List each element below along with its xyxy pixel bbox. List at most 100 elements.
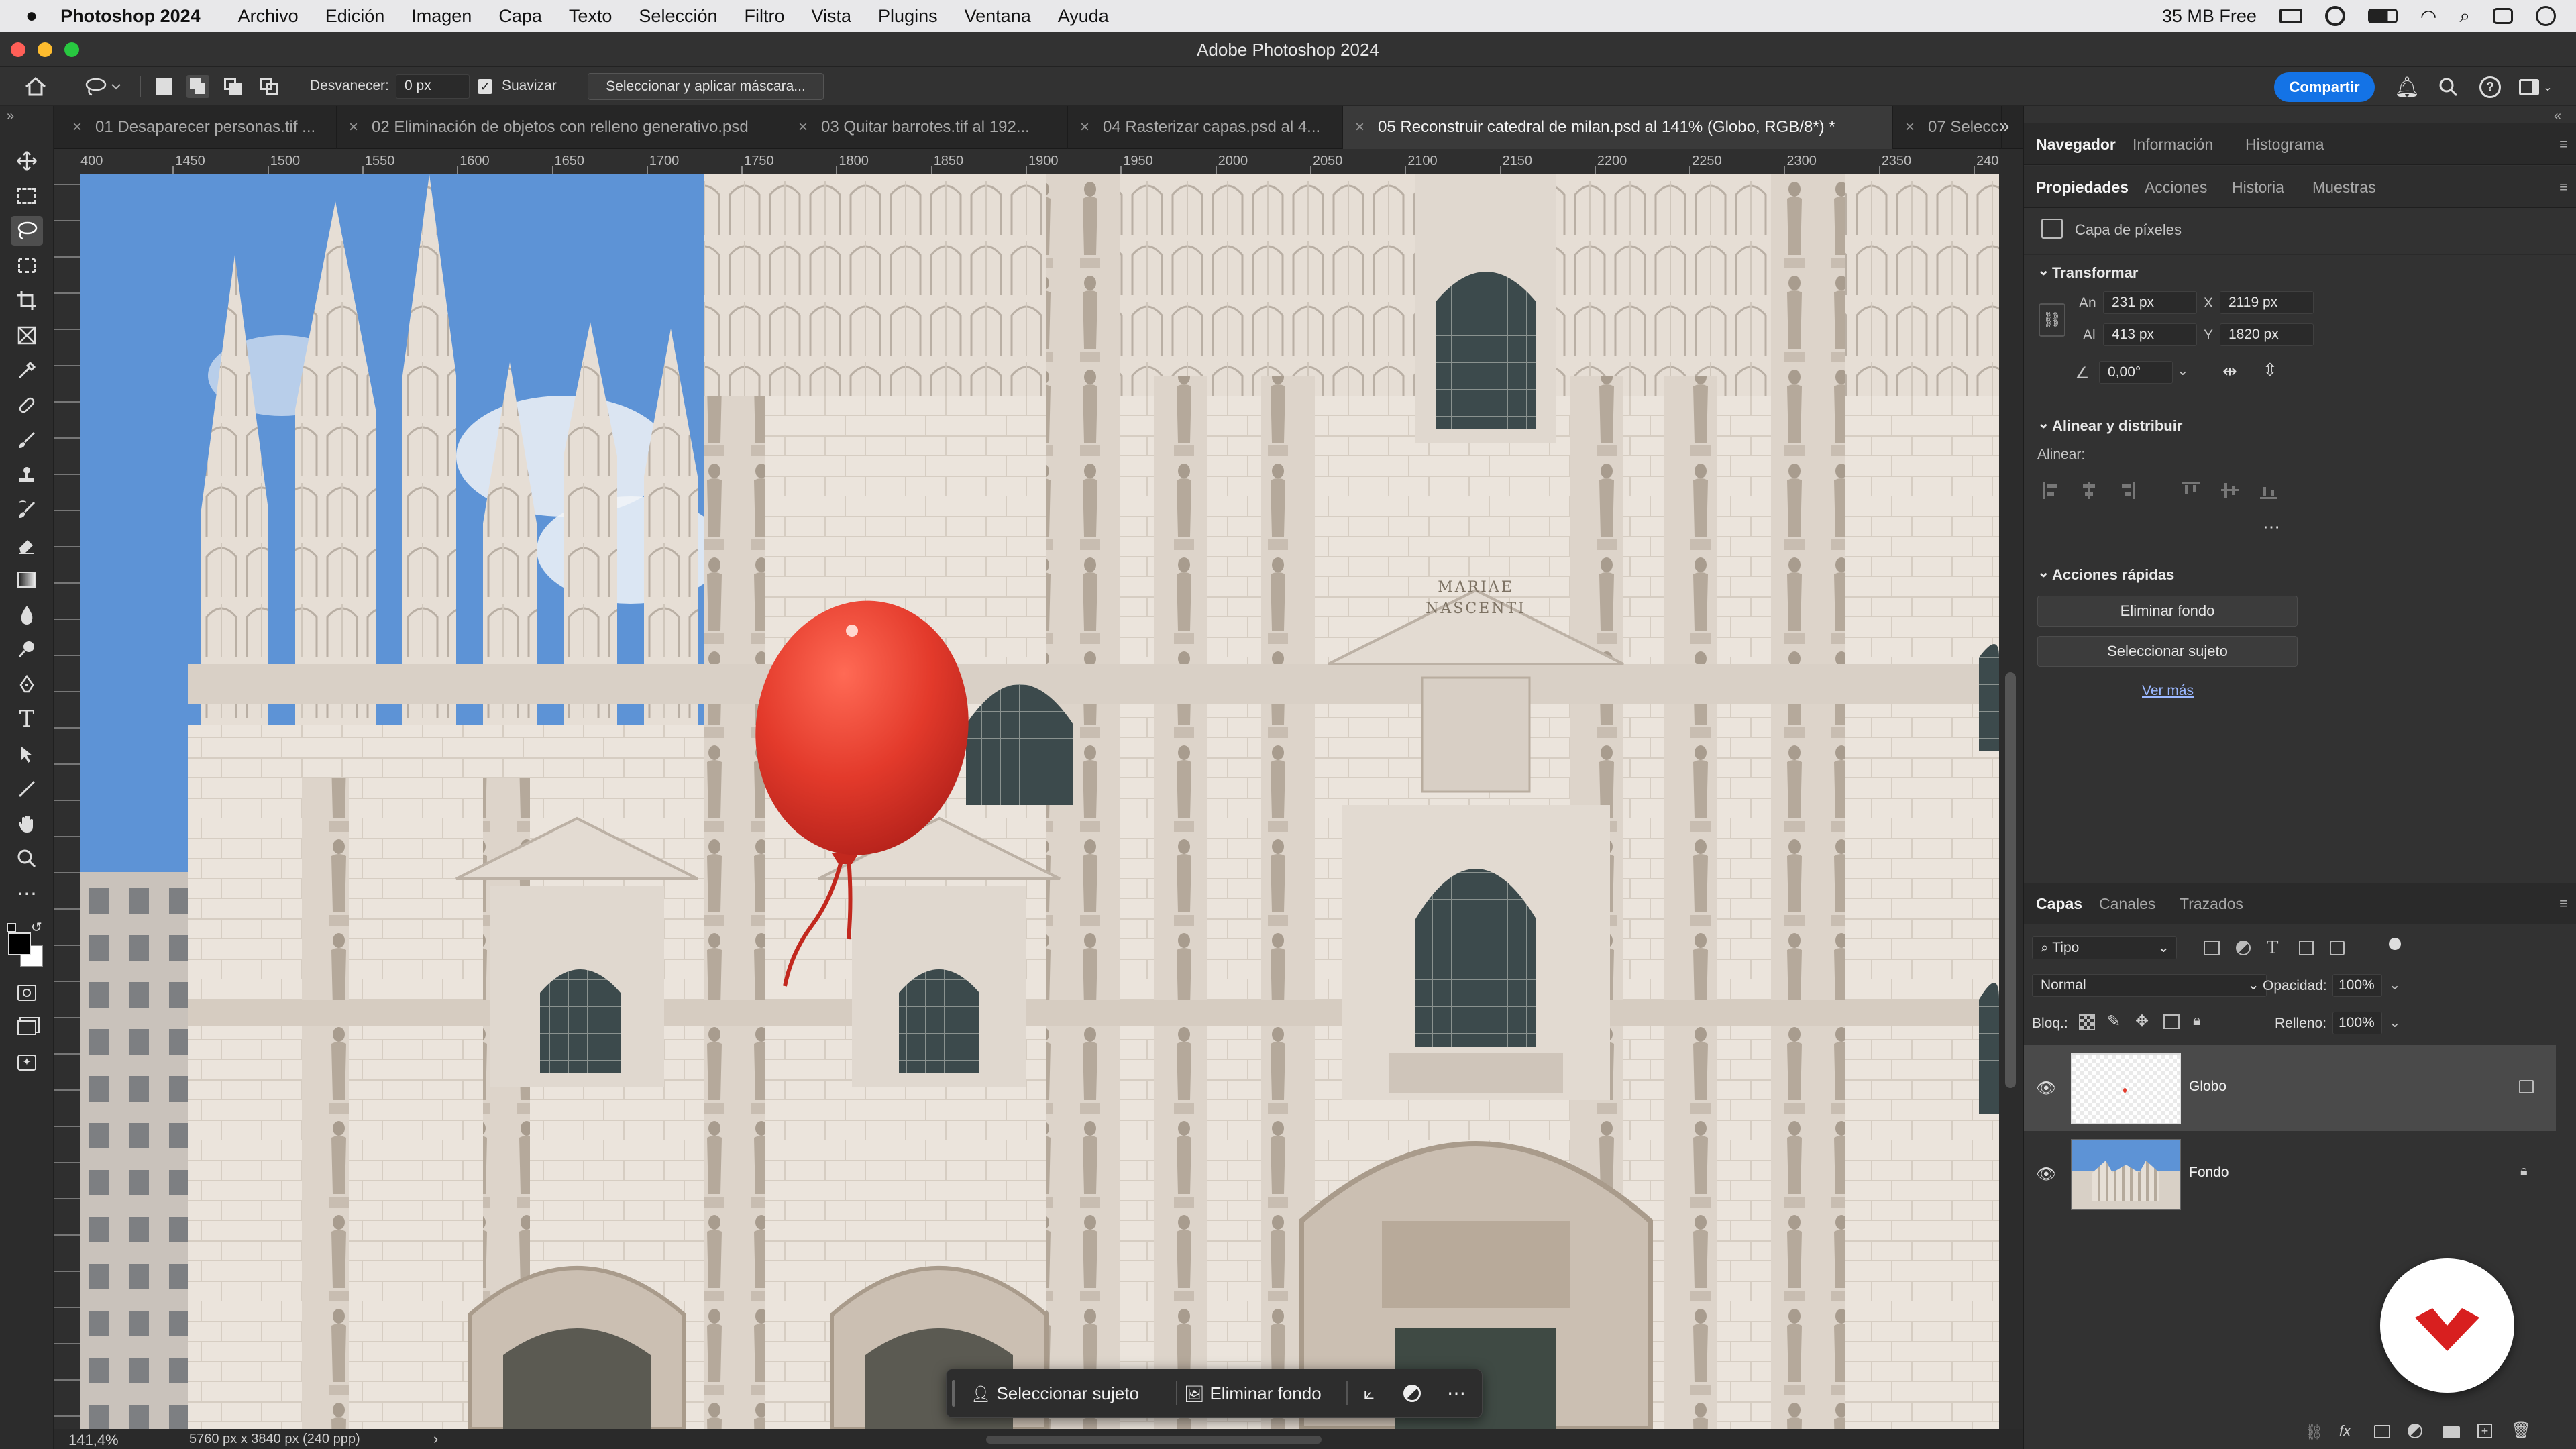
screen-mode-icon[interactable] — [11, 1013, 43, 1042]
tab-document-04[interactable]: × 04 Rasterizar capas.psd al 4... — [1068, 106, 1343, 149]
close-tab-icon[interactable]: × — [1355, 106, 1364, 149]
panel-menu-icon[interactable]: ≡ — [2559, 136, 2568, 153]
lock-artboard-icon[interactable] — [2163, 1014, 2180, 1029]
tab-document-03[interactable]: × 03 Quitar barrotes.tif al 192... — [786, 106, 1068, 149]
tab-acciones[interactable]: Acciones — [2145, 166, 2207, 208]
scroll-thumb[interactable] — [2005, 672, 2016, 1088]
foreground-color-swatch[interactable] — [8, 932, 31, 955]
document-info[interactable]: 5760 px x 3840 px (240 ppp) — [189, 1432, 360, 1447]
close-tab-icon[interactable]: × — [349, 106, 358, 149]
visibility-eye-icon[interactable]: 👁︎ — [2036, 1079, 2056, 1098]
lasso-tool-preset-icon[interactable] — [79, 74, 126, 99]
hand-tool-icon[interactable] — [11, 809, 43, 839]
quick-actions-chevron[interactable]: ⌄ — [2037, 564, 2049, 581]
document-canvas[interactable]: MARIAE NASCENTI — [80, 174, 1999, 1429]
blur-tool-icon[interactable] — [11, 600, 43, 629]
object-selection-tool-icon[interactable] — [11, 251, 43, 280]
eyedropper-tool-icon[interactable] — [11, 356, 43, 385]
more-tools-icon[interactable]: ⋯ — [11, 879, 43, 908]
remove-background-task-button[interactable]: 🖼︎ Eliminar fondo — [1179, 1369, 1344, 1417]
tab-muestras[interactable]: Muestras — [2312, 166, 2376, 208]
filter-adjustment-icon[interactable] — [2236, 941, 2251, 955]
see-more-link[interactable]: Ver más — [2142, 683, 2194, 699]
zoom-level[interactable]: 141,4% — [68, 1432, 119, 1449]
close-tab-icon[interactable]: × — [1080, 106, 1089, 149]
horizontal-scrollbar[interactable] — [986, 1436, 1322, 1444]
pen-tool-icon[interactable] — [11, 669, 43, 699]
visibility-eye-icon[interactable]: 👁︎ — [2036, 1165, 2056, 1184]
move-tool-icon[interactable] — [11, 146, 43, 176]
quick-mask-icon[interactable] — [11, 978, 43, 1008]
height-input[interactable]: 413 px — [2103, 323, 2197, 346]
layer-row-fondo[interactable]: 👁︎ Fondo 🔒︎ — [2024, 1131, 2556, 1217]
filter-type-icon[interactable]: T — [2267, 938, 2278, 958]
new-group-folder-icon[interactable] — [2443, 1426, 2460, 1438]
spotlight-search-icon[interactable]: ⌕ — [2459, 5, 2470, 28]
tabs-overflow-icon[interactable]: » — [1999, 115, 2010, 137]
creative-cloud-icon[interactable] — [2324, 6, 2345, 26]
align-section-chevron[interactable]: ⌄ — [2037, 415, 2049, 432]
add-to-selection-icon[interactable] — [186, 75, 209, 98]
more-options-icon[interactable]: ⋯ — [1436, 1369, 1477, 1417]
rotation-angle-input[interactable]: 0,00° — [2099, 361, 2173, 384]
tab-document-02[interactable]: × 02 Eliminación de objetos con relleno g… — [337, 106, 786, 149]
tab-canales[interactable]: Canales — [2099, 883, 2155, 924]
filter-shape-icon[interactable] — [2299, 941, 2314, 955]
lasso-tool-icon[interactable] — [11, 216, 43, 246]
menu-vista[interactable]: Vista — [812, 6, 852, 27]
tab-capas[interactable]: Capas — [2036, 883, 2082, 924]
align-section-title[interactable]: Alinear y distribuir — [2052, 417, 2182, 435]
marquee-tool-icon[interactable] — [11, 181, 43, 211]
frame-tool-icon[interactable] — [11, 321, 43, 350]
align-center-v-icon[interactable] — [2221, 482, 2239, 499]
lock-position-icon[interactable]: ✥ — [2135, 1012, 2149, 1031]
status-menu-chevron-icon[interactable]: › — [433, 1430, 438, 1448]
filter-pixel-icon[interactable] — [2204, 941, 2220, 955]
select-subject-button[interactable]: Seleccionar sujeto — [2037, 636, 2298, 667]
new-adjustment-layer-icon[interactable] — [2408, 1424, 2422, 1438]
blend-mode-select[interactable]: Normal ⌄ — [2032, 974, 2267, 997]
intersect-selection-icon[interactable] — [260, 78, 279, 97]
remove-background-button[interactable]: Eliminar fondo — [2037, 596, 2298, 627]
opacity-chevron-icon[interactable]: ⌄ — [2389, 977, 2401, 994]
panel-menu-icon[interactable]: ≡ — [2559, 895, 2568, 912]
brush-tool-icon[interactable] — [11, 425, 43, 455]
panels-collapse-icon[interactable]: « — [2554, 109, 2561, 124]
zoom-tool-icon[interactable] — [11, 844, 43, 873]
select-and-mask-button[interactable]: Seleccionar y aplicar máscara... — [588, 73, 824, 100]
notifications-bell-icon[interactable]: 🔔︎ — [2394, 74, 2420, 101]
generative-fill-icon[interactable]: ✦ — [11, 1048, 43, 1077]
menu-plugins[interactable]: Plugins — [878, 6, 938, 27]
close-tab-icon[interactable]: × — [798, 106, 808, 149]
opacity-input[interactable]: 100% — [2332, 974, 2382, 997]
layer-thumbnail-fondo[interactable] — [2071, 1139, 2181, 1210]
close-tab-icon[interactable]: × — [72, 106, 82, 149]
transform-section-chevron[interactable]: ⌄ — [2037, 262, 2049, 279]
tab-histograma[interactable]: Histograma — [2245, 123, 2324, 165]
angle-dropdown-chevron-icon[interactable]: ⌄ — [2177, 362, 2189, 379]
tab-document-01[interactable]: × 01 Desaparecer personas.tif ... — [60, 106, 337, 149]
eraser-tool-icon[interactable] — [11, 530, 43, 559]
tab-historia[interactable]: Historia — [2232, 166, 2284, 208]
tab-propiedades[interactable]: Propiedades — [2036, 166, 2129, 208]
swap-colors-icon[interactable]: ↺ — [31, 919, 42, 936]
gradient-tool-icon[interactable] — [11, 565, 43, 594]
search-icon[interactable] — [2435, 74, 2462, 101]
clock-icon[interactable] — [2536, 6, 2556, 26]
menu-imagen[interactable]: Imagen — [411, 6, 472, 27]
tab-document-05-active[interactable]: × 05 Reconstruir catedral de milan.psd al… — [1343, 106, 1893, 149]
adjustment-icon[interactable] — [1392, 1369, 1432, 1417]
align-center-h-icon[interactable] — [2082, 482, 2096, 499]
align-right-icon[interactable] — [2121, 482, 2135, 499]
help-icon[interactable]: ? — [2477, 74, 2504, 101]
dodge-tool-icon[interactable] — [11, 635, 43, 664]
display-icon[interactable] — [2279, 9, 2302, 23]
new-layer-icon[interactable]: + — [2477, 1424, 2492, 1438]
lock-transparent-pixels-icon[interactable] — [2079, 1014, 2095, 1030]
layer-name[interactable]: Globo — [2189, 1079, 2226, 1095]
layer-style-fx-icon[interactable]: fx — [2339, 1422, 2351, 1440]
app-menu[interactable]: Photoshop 2024 — [60, 6, 201, 27]
menu-texto[interactable]: Texto — [569, 6, 612, 27]
layer-thumbnail-globo[interactable] — [2071, 1053, 2181, 1124]
tab-navegador[interactable]: Navegador — [2036, 123, 2116, 165]
